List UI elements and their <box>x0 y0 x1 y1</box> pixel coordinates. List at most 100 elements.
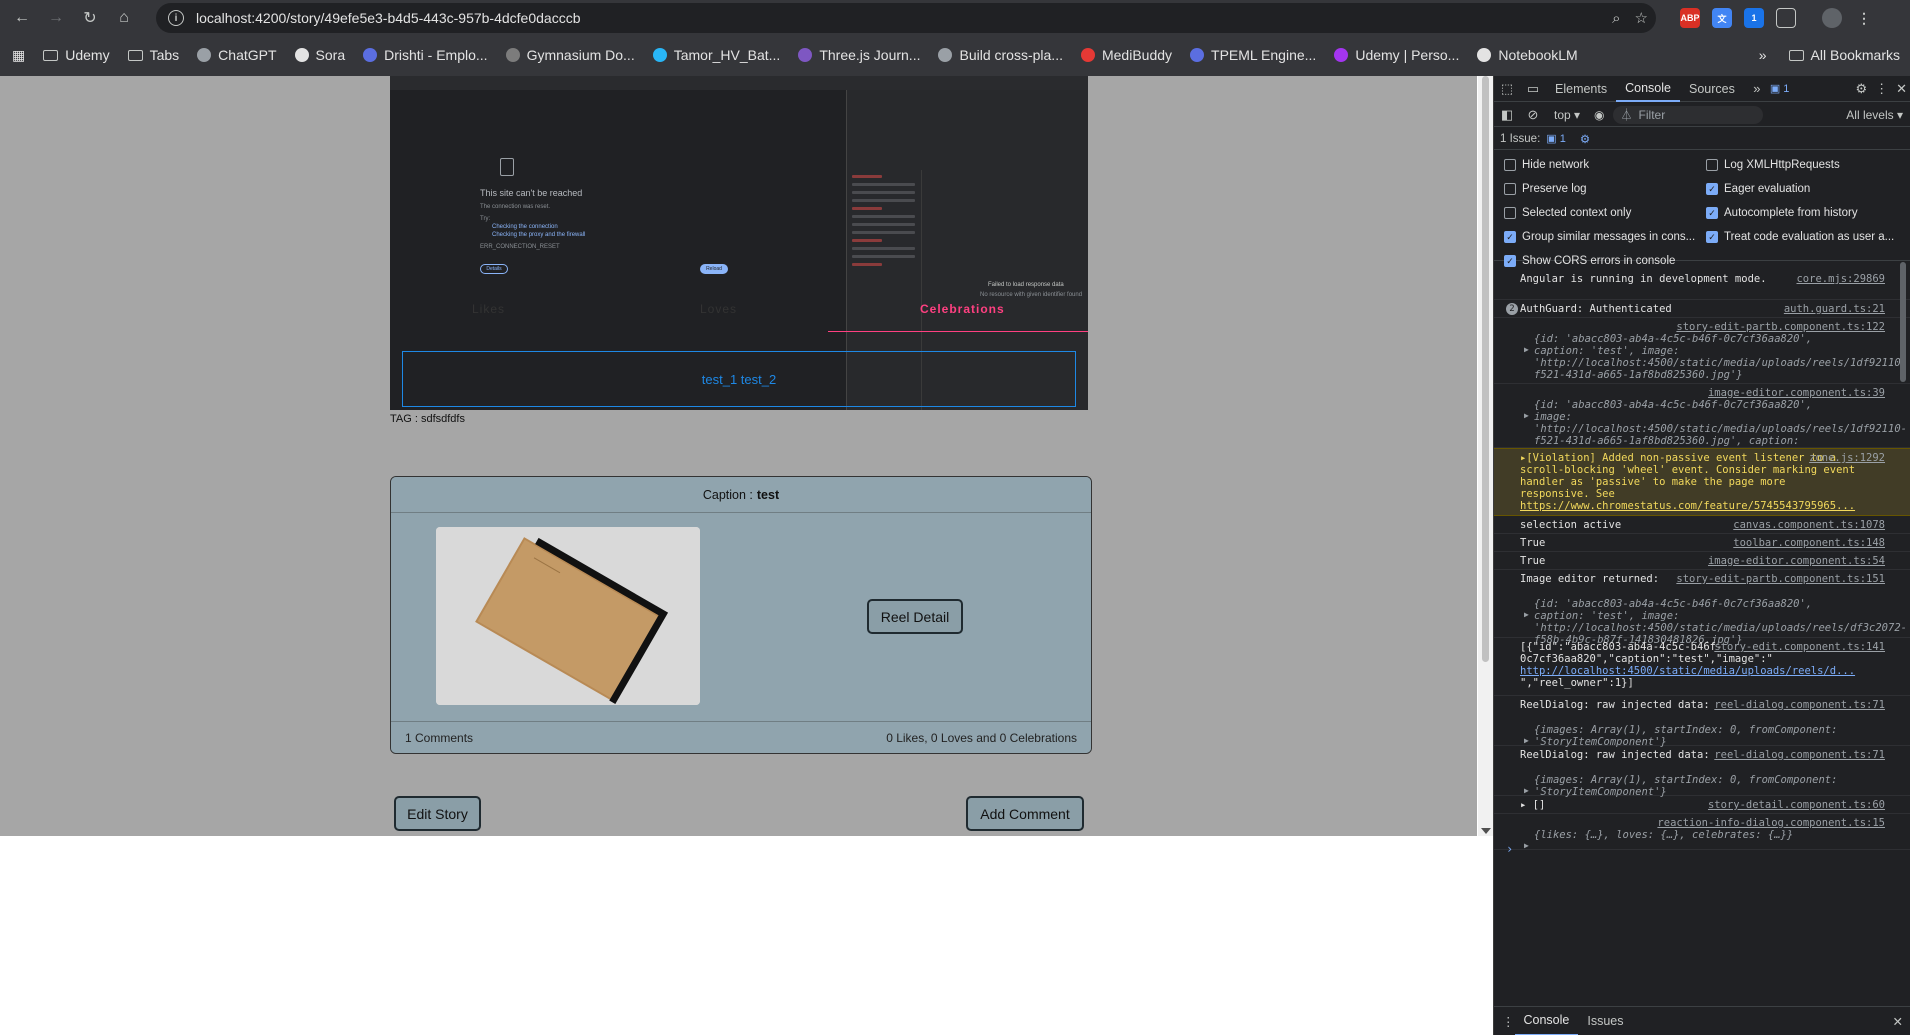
expand-icon[interactable]: ▶ <box>1524 786 1529 795</box>
source-link[interactable]: reaction-info-dialog.component.ts:15 <box>1657 817 1885 829</box>
checkbox[interactable]: ✓ <box>1706 183 1718 195</box>
expand-icon[interactable]: ▶ <box>1524 345 1529 354</box>
back-icon[interactable]: ← <box>8 4 36 32</box>
edit-story-button[interactable]: Edit Story <box>394 796 481 831</box>
bookmark-star-icon[interactable]: ☆ <box>1635 9 1648 27</box>
bookmark-item[interactable]: Drishti - Emplo... <box>363 47 488 63</box>
expand-icon[interactable]: ▶ <box>1524 610 1529 619</box>
tab-elements[interactable]: Elements <box>1546 76 1616 102</box>
source-link[interactable]: reel-dialog.component.ts:71 <box>1714 699 1885 711</box>
bookmark-item[interactable]: NotebookLM <box>1477 47 1578 63</box>
bookmark-item[interactable]: Three.js Journ... <box>798 47 920 63</box>
logged-object[interactable]: {images: Array(1), startIndex: 0, fromCo… <box>1534 774 1844 798</box>
reel-thumbnail[interactable] <box>436 527 700 705</box>
bookmark-item[interactable]: Tabs <box>127 47 179 63</box>
translate-icon[interactable]: 文 <box>1712 8 1732 28</box>
scrollbar-thumb[interactable] <box>1482 76 1489 662</box>
menu-icon[interactable]: ⋮ <box>1854 8 1874 28</box>
source-link[interactable]: story-detail.component.ts:60 <box>1708 799 1885 811</box>
logged-object[interactable]: {images: Array(1), startIndex: 0, fromCo… <box>1534 724 1844 748</box>
checkbox[interactable]: ✓ <box>1504 231 1516 243</box>
reactions-summary[interactable]: 0 Likes, 0 Loves and 0 Celebrations <box>886 731 1077 745</box>
home-icon[interactable]: ⌂ <box>110 4 138 32</box>
issues-link[interactable]: ▣ 1 <box>1546 132 1566 145</box>
checkbox[interactable]: ✓ <box>1706 231 1718 243</box>
checkbox[interactable] <box>1504 207 1516 219</box>
logged-object[interactable]: {id: 'abacc803-ab4a-4c5c-b46f-0c7cf36aa8… <box>1534 333 1907 381</box>
checkbox[interactable] <box>1504 183 1516 195</box>
source-link[interactable]: image-editor.component.ts:39 <box>1708 387 1885 399</box>
close-devtools-icon[interactable]: ✕ <box>1896 81 1907 97</box>
console-scrollbar[interactable] <box>1900 262 1906 382</box>
logged-object[interactable]: {likes: {…}, loves: {…}, celebrates: {…}… <box>1534 829 1844 841</box>
more-bookmarks-icon[interactable]: » <box>1759 47 1767 63</box>
reaction-celebrations[interactable]: Celebrations <box>920 302 1005 316</box>
more-tabs-icon[interactable]: » <box>1744 76 1770 102</box>
drawer-tab-issues[interactable]: Issues <box>1578 1008 1632 1034</box>
source-link[interactable]: toolbar.component.ts:148 <box>1733 537 1885 549</box>
source-link[interactable]: core.mjs:29869 <box>1796 273 1885 285</box>
sidebar-toggle-icon[interactable]: ◧ <box>1494 102 1520 128</box>
zoom-icon[interactable]: ⌕ <box>1612 10 1620 27</box>
bookmark-item[interactable]: Tamor_HV_Bat... <box>652 47 780 63</box>
source-link[interactable]: image-editor.component.ts:54 <box>1708 555 1885 567</box>
log-levels-dropdown[interactable]: All levels ▾ <box>1846 108 1903 122</box>
context-selector[interactable]: top ▾ <box>1554 108 1580 122</box>
tab-sources[interactable]: Sources <box>1680 76 1744 102</box>
console-filter-input[interactable]: ⏃ Filter <box>1612 105 1763 124</box>
source-link[interactable]: reel-dialog.component.ts:71 <box>1714 749 1885 761</box>
issues-badge[interactable]: ▣ 1 <box>1770 82 1790 95</box>
message-link[interactable]: http://localhost:4500/static/media/uploa… <box>1520 665 1860 677</box>
bookmark-item[interactable]: Build cross-pla... <box>938 47 1063 63</box>
console-prompt-icon[interactable]: › <box>1506 842 1513 856</box>
site-info-icon[interactable]: i <box>168 10 184 26</box>
console-setting[interactable]: ✓ Autocomplete from history <box>1706 207 1858 219</box>
source-link[interactable]: zone.js:1292 <box>1809 452 1885 464</box>
expand-icon[interactable]: ▶ <box>1524 841 1529 850</box>
bookmark-item[interactable]: Udemy <box>43 47 110 63</box>
reaction-loves[interactable]: Loves <box>700 302 737 316</box>
bookmark-item[interactable]: ChatGPT <box>197 47 277 63</box>
devtools-menu-icon[interactable]: ⋮ <box>1875 81 1888 97</box>
forward-icon[interactable]: → <box>42 4 70 32</box>
inspect-icon[interactable]: ⬚ <box>1494 76 1520 102</box>
profile-avatar[interactable] <box>1822 8 1842 28</box>
device-toolbar-icon[interactable]: ▭ <box>1520 76 1546 102</box>
source-link[interactable]: canvas.component.ts:1078 <box>1733 519 1885 531</box>
console-setting[interactable]: Hide network <box>1504 159 1589 171</box>
live-expression-icon[interactable]: ◉ <box>1594 108 1604 122</box>
settings-gear-icon[interactable]: ⚙ <box>1855 81 1867 97</box>
reaction-likes[interactable]: Likes <box>472 302 505 316</box>
drawer-tab-console[interactable]: Console <box>1514 1007 1579 1035</box>
clear-console-icon[interactable]: ⊘ <box>1520 102 1546 128</box>
tab-console[interactable]: Console <box>1616 76 1680 102</box>
add-comment-button[interactable]: Add Comment <box>966 796 1084 831</box>
issues-settings-icon[interactable]: ⚙ <box>1580 132 1590 146</box>
message-link[interactable]: https://www.chromestatus.com/feature/574… <box>1520 500 1860 512</box>
comments-count[interactable]: 1 Comments <box>405 731 473 745</box>
expand-icon[interactable]: ▶ <box>1524 411 1529 420</box>
source-link[interactable]: story-edit-partb.component.ts:151 <box>1676 573 1885 585</box>
console-setting[interactable]: ✓ Eager evaluation <box>1706 183 1810 195</box>
console-setting[interactable]: Preserve log <box>1504 183 1587 195</box>
bookmark-item[interactable]: Sora <box>294 47 345 63</box>
source-link[interactable]: auth.guard.ts:21 <box>1784 303 1885 315</box>
expand-icon[interactable]: ▶ <box>1524 736 1529 745</box>
console-setting[interactable]: ✓ Group similar messages in cons... <box>1504 231 1695 243</box>
extension-badge-icon[interactable]: 1 <box>1744 8 1764 28</box>
reel-detail-button[interactable]: Reel Detail <box>867 599 963 634</box>
all-bookmarks[interactable]: All Bookmarks <box>1788 47 1900 63</box>
scroll-down-icon[interactable] <box>1481 828 1491 834</box>
source-link[interactable]: story-edit-partb.component.ts:122 <box>1676 321 1885 333</box>
address-bar[interactable]: i localhost:4200/story/49efe5e3-b4d5-443… <box>156 3 1656 33</box>
bookmark-item[interactable]: TPEML Engine... <box>1190 47 1316 63</box>
source-link[interactable]: story-edit.component.ts:141 <box>1714 641 1885 653</box>
adblock-icon[interactable]: ABP <box>1680 8 1700 28</box>
drawer-menu-icon[interactable]: ⋮ <box>1502 1014 1515 1029</box>
bookmark-item[interactable]: Udemy | Perso... <box>1334 47 1459 63</box>
console-setting[interactable]: Log XMLHttpRequests <box>1706 159 1840 171</box>
reload-icon[interactable]: ↻ <box>76 4 104 32</box>
close-drawer-icon[interactable]: ✕ <box>1893 1014 1903 1029</box>
checkbox[interactable] <box>1504 159 1516 171</box>
apps-icon[interactable]: ▦ <box>12 47 25 64</box>
